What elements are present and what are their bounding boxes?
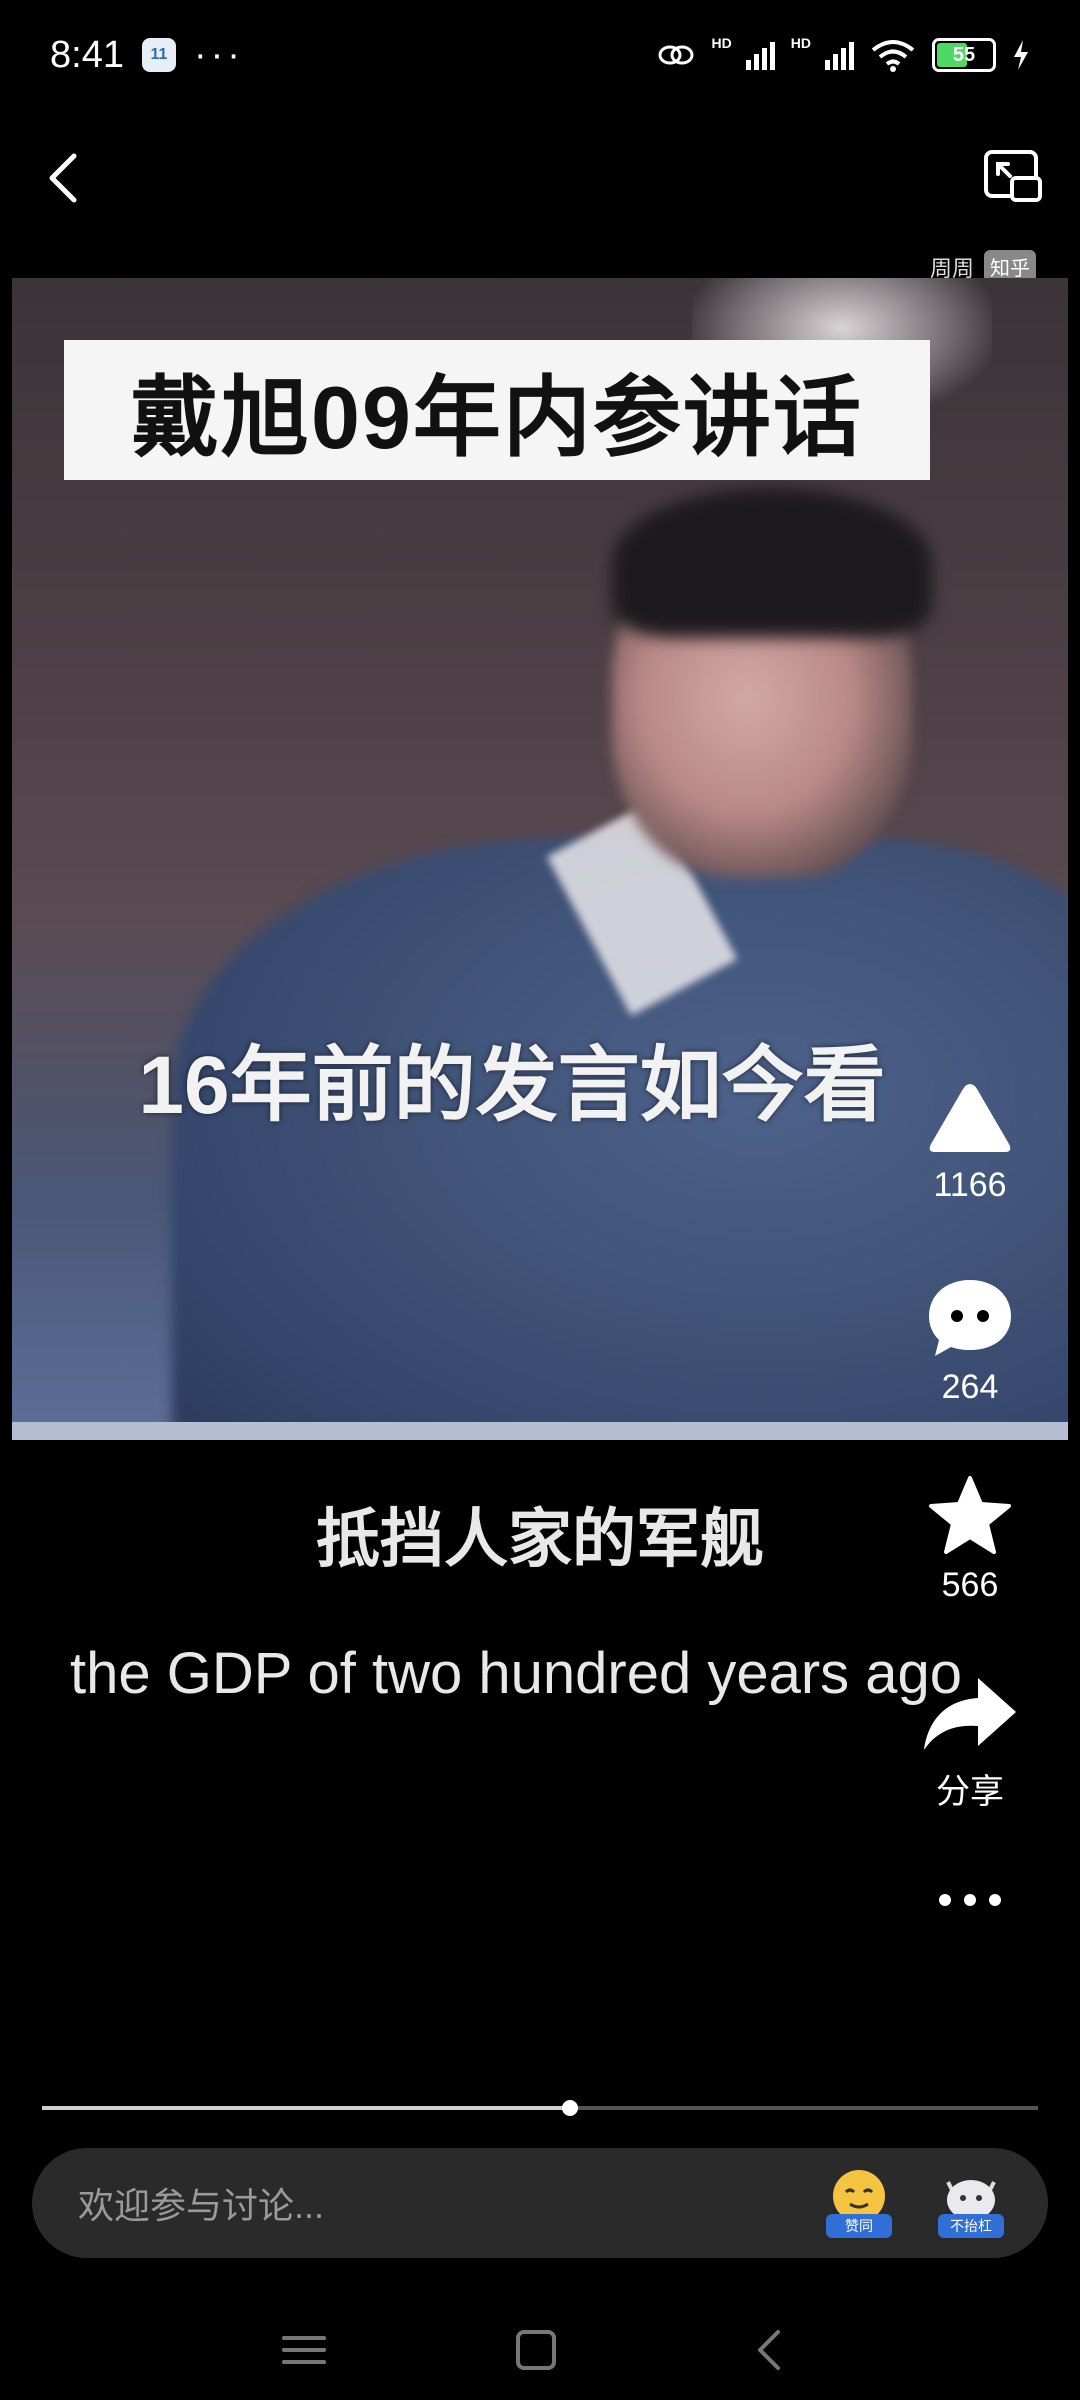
system-nav-bar <box>0 2300 1080 2400</box>
comment-button[interactable]: 264 <box>880 1276 1060 1407</box>
share-label: 分享 <box>936 1773 1004 1811</box>
wifi-icon <box>871 40 915 72</box>
comment-bubble-icon <box>929 1280 1011 1356</box>
favorite-button[interactable]: 566 <box>880 1474 1060 1605</box>
clock: 8:41 <box>50 33 124 76</box>
comment-input[interactable]: 欢迎参与讨论... <box>78 2148 778 2258</box>
status-left: 8:41 11 ··· <box>50 34 244 77</box>
more-dots-icon <box>939 1894 1001 1906</box>
home-icon[interactable] <box>506 2320 566 2380</box>
back-arrow-icon[interactable] <box>36 148 96 208</box>
video-player[interactable]: 戴旭09年内参讲话 16年前的发言如今看 <box>12 278 1068 1440</box>
video-progress-fill <box>42 2106 570 2110</box>
video-subtitle-overlay: 16年前的发言如今看 <box>138 1040 886 1131</box>
no-argue-label: 不抬杠 <box>938 2214 1004 2238</box>
no-argue-emoji-button[interactable]: 不抬杠 <box>936 2168 1006 2238</box>
video-figure-hair <box>612 488 932 638</box>
status-bar: 8:41 11 ··· HD HD 55 <box>0 0 1080 110</box>
recent-apps-icon[interactable] <box>274 2320 334 2380</box>
more-options-button[interactable] <box>880 1888 1060 1912</box>
video-desk-edge <box>12 1422 1068 1440</box>
charging-icon <box>1014 40 1028 70</box>
like-button[interactable]: 1166 <box>880 1078 1060 1205</box>
signal-icon <box>745 40 775 70</box>
battery-level: 55 <box>952 43 976 66</box>
like-count: 1166 <box>933 1166 1007 1204</box>
calendar-icon: 11 <box>141 38 176 72</box>
top-nav <box>0 140 1080 220</box>
battery-icon: 55 <box>932 38 996 72</box>
signal-icon-2 <box>825 40 854 70</box>
status-right: HD HD 55 <box>656 35 1030 72</box>
share-button[interactable]: 分享 <box>880 1672 1060 1813</box>
favorite-count: 566 <box>941 1566 999 1604</box>
video-progress-handle[interactable] <box>561 2100 578 2116</box>
hd-icon: HD <box>711 35 732 51</box>
agree-emoji-button[interactable]: 赞同 <box>824 2168 894 2238</box>
comment-count: 264 <box>941 1368 999 1406</box>
share-arrow-icon <box>924 1678 1016 1750</box>
picture-in-picture-icon[interactable] <box>982 146 1044 208</box>
video-progress-bar[interactable] <box>42 2100 1038 2116</box>
more-notifications-icon: ··· <box>193 33 244 76</box>
comment-bar: 欢迎参与讨论... 赞同 不抬杠 <box>32 2148 1048 2258</box>
agree-label: 赞同 <box>826 2214 892 2238</box>
system-back-icon[interactable] <box>740 2320 800 2380</box>
upvote-triangle-icon <box>929 1084 1011 1152</box>
link-icon <box>658 45 694 65</box>
video-title-overlay: 戴旭09年内参讲话 <box>64 340 930 480</box>
hd-icon-2: HD <box>790 35 811 51</box>
star-icon <box>929 1476 1011 1554</box>
